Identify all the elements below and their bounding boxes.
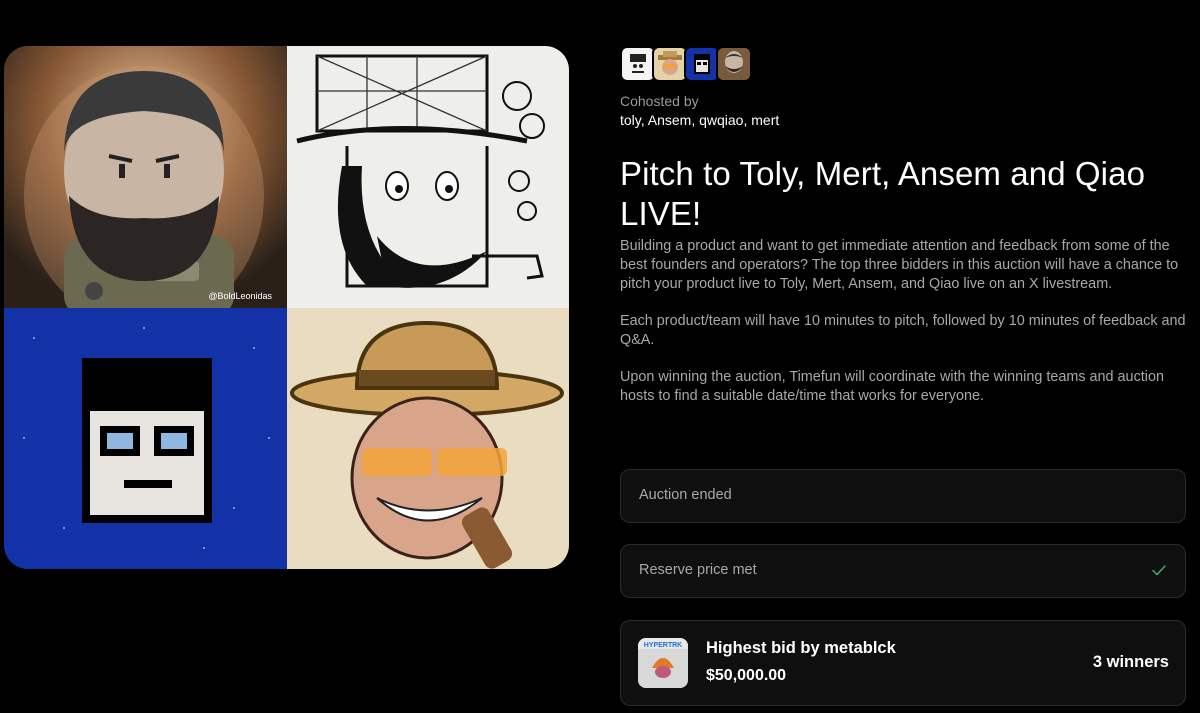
cohosted-by-label: Cohosted by [620, 93, 699, 109]
event-details: Cohosted by toly, Ansem, qwqiao, mert Pi… [620, 46, 1188, 424]
winners-count: 3 winners [1092, 653, 1169, 671]
artwork-tile-mert [287, 308, 569, 569]
artwork-tile-ansem: @BoldLeonidas [4, 46, 287, 308]
event-title: Pitch to Toly, Mert, Ansem and Qiao LIVE… [620, 155, 1146, 232]
description-paragraph: Each product/team will have 10 minutes t… [620, 313, 1186, 348]
artwork-watermark: @BoldLeonidas [208, 291, 272, 301]
bidder-avatar-text: HYPERTRK [644, 642, 683, 649]
artwork-tile-qwqiao [4, 308, 287, 569]
toly-avatar[interactable] [620, 46, 656, 82]
qwqiao-avatar[interactable] [684, 46, 720, 82]
description-paragraph: Building a product and want to get immed… [620, 238, 1179, 292]
event-description: Building a product and want to get immed… [620, 237, 1188, 406]
reserve-status-box: Reserve price met [620, 544, 1186, 598]
event-artwork: @BoldLeonidas [4, 46, 569, 569]
cohost-names: toly, Ansem, qwqiao, mert [620, 112, 780, 128]
reserve-status-label: Reserve price met [639, 562, 757, 578]
highest-bid-title: Highest bid by metablck [706, 639, 896, 657]
description-paragraph: Upon winning the auction, Timefun will c… [620, 369, 1164, 404]
bidder-avatar: HYPERTRK [638, 638, 688, 688]
highest-bid-box[interactable]: HYPERTRK Highest bid by metablck $50,000… [620, 620, 1186, 706]
highest-bid-amount: $50,000.00 [706, 667, 787, 684]
check-icon [1152, 565, 1166, 576]
ansem-avatar[interactable] [652, 46, 688, 82]
auction-status-label: Auction ended [639, 487, 732, 503]
artwork-tile-toly [287, 46, 569, 308]
auction-status-box: Auction ended [620, 469, 1186, 523]
mert-avatar[interactable] [716, 46, 752, 82]
cohost-avatars [620, 46, 1188, 82]
